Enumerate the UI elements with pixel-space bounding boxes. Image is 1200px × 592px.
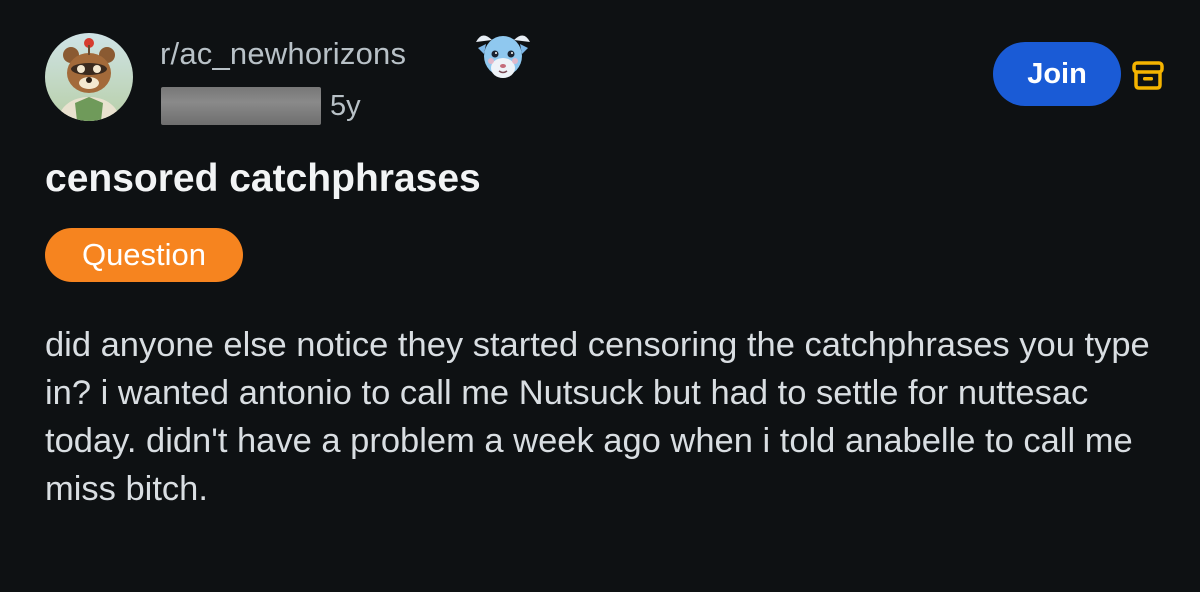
- post-age: 5y: [330, 90, 361, 122]
- post-title[interactable]: censored catchphrases: [45, 155, 481, 203]
- post-flair[interactable]: Question: [45, 228, 243, 282]
- archive-icon[interactable]: [1131, 58, 1165, 92]
- villager-face-icon: [472, 28, 534, 84]
- post-body: did anyone else notice they started cens…: [45, 326, 1150, 508]
- post-card: r/ac_newhorizons 5y Join censored catchp…: [0, 0, 1200, 592]
- subreddit-avatar-icon[interactable]: [45, 33, 133, 121]
- join-button[interactable]: Join: [993, 42, 1121, 106]
- subreddit-name[interactable]: r/ac_newhorizons: [160, 34, 406, 74]
- redacted-username: [161, 87, 321, 125]
